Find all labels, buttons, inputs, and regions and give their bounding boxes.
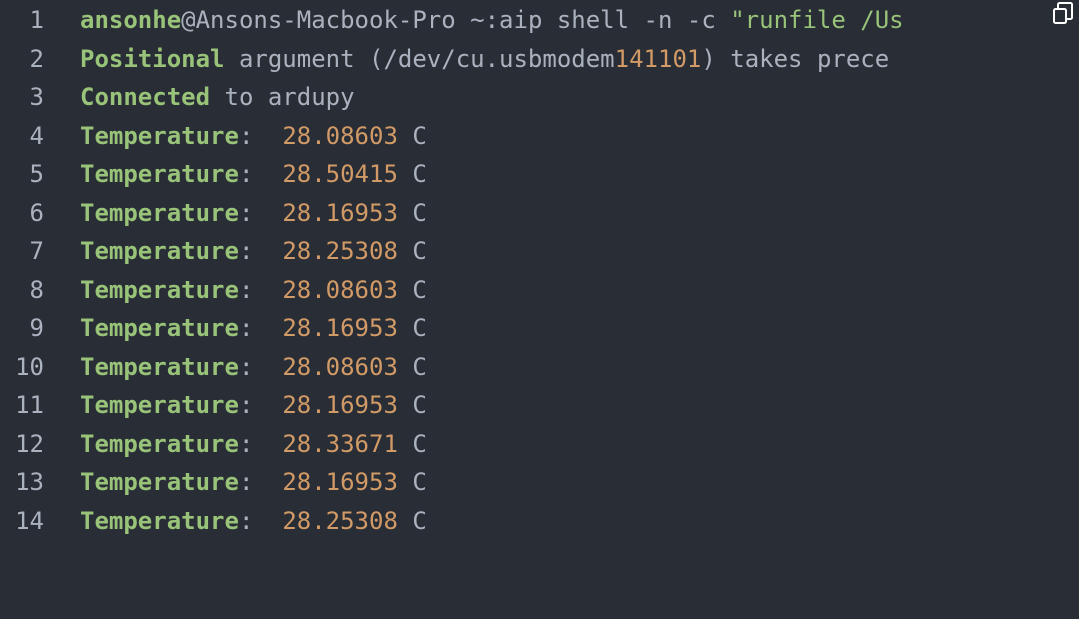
code-token: Temperature [80, 391, 239, 419]
code-token: 28.16953 [282, 314, 398, 342]
code-token: Temperature [80, 429, 239, 458]
code-token: Temperature [80, 352, 239, 381]
code-token: 141101 [614, 44, 702, 73]
line-content: Temperature: 28.25308 C [80, 232, 427, 270]
line-number: 12 [15, 429, 44, 458]
code-token: : [238, 198, 283, 227]
line-number: 3 [29, 83, 44, 111]
line-content: Connected to ardupy [80, 78, 355, 116]
line-number: 7 [29, 237, 44, 265]
code-block: 1 ansonhe@Ansons-Macbook-Pro ~:aip shell … [0, 0, 1079, 619]
code-token: : [238, 506, 283, 535]
code-token: : [238, 314, 283, 342]
code-token: : [238, 391, 283, 419]
code-token: : [238, 237, 283, 265]
code-token: : [238, 121, 283, 150]
code-token: Temperature [80, 160, 239, 188]
line-content: ansonhe@Ansons-Macbook-Pro ~:aip shell -… [80, 1, 904, 39]
line-content: Temperature: 28.33671 C [80, 425, 427, 463]
code-token: Temperature [80, 198, 239, 227]
code-token: to ardupy [210, 83, 355, 111]
code-token: C [397, 429, 427, 458]
code-token: 28.16953 [282, 468, 398, 496]
code-token: Temperature [80, 314, 239, 342]
line-content: Temperature: 28.16953 C [80, 309, 427, 347]
line-number: 9 [29, 314, 44, 342]
line-content: Temperature: 28.08603 C [80, 117, 427, 155]
line-number: 11 [15, 391, 44, 419]
code-token: C [397, 121, 427, 150]
code-token: @Ansons-Macbook-Pro ~:aip shell -n -c [181, 6, 731, 34]
code-token: ansonhe [80, 6, 182, 34]
code-token: C [397, 506, 427, 535]
code-token: 28.25308 [282, 237, 398, 265]
code-token: Connected [80, 83, 211, 111]
code-token: C [397, 314, 427, 342]
code-token: C [397, 391, 427, 419]
code-token: Positional [80, 44, 225, 73]
code-token: 28.25308 [282, 506, 398, 535]
code-token: Temperature [80, 237, 239, 265]
code-token: : [238, 275, 283, 304]
line-content: Temperature: 28.50415 C [80, 155, 427, 193]
copy-icon[interactable] [1053, 2, 1075, 24]
code-token: Temperature [80, 121, 239, 150]
code-token: 28.33671 [282, 429, 398, 458]
line-number: 14 [15, 506, 44, 535]
code-token: : [238, 429, 283, 458]
line-number: 5 [29, 160, 44, 188]
code-token: 28.16953 [282, 198, 398, 227]
code-token: : [238, 160, 283, 188]
code-token: C [397, 468, 427, 496]
code-token: Temperature [80, 506, 239, 535]
line-number: 2 [29, 44, 44, 73]
code-token: 28.16953 [282, 391, 398, 419]
code-token: C [397, 160, 427, 188]
line-content: Temperature: 28.25308 C [80, 502, 427, 540]
line-number: 10 [15, 352, 44, 381]
code-token: ) takes prece [701, 44, 890, 73]
line-content: Positional argument (/dev/cu.usbmodem141… [80, 40, 889, 78]
code-token: C [397, 275, 427, 304]
code-token: C [397, 237, 427, 265]
line-content: Temperature: 28.08603 C [80, 271, 427, 309]
line-content: Temperature: 28.16953 C [80, 463, 427, 501]
code-token: Temperature [80, 275, 239, 304]
code-token: 28.08603 [282, 121, 398, 150]
line-content: Temperature: 28.16953 C [80, 194, 427, 232]
code-token: : [238, 468, 283, 496]
line-number: 6 [29, 198, 44, 227]
code-token: "runfile /Us [730, 6, 904, 34]
code-token: C [397, 198, 427, 227]
code-token: : [238, 352, 283, 381]
line-content: Temperature: 28.08603 C [80, 348, 427, 386]
code-token: Temperature [80, 468, 239, 496]
line-number: 1 [29, 6, 44, 34]
code-token: 28.08603 [282, 275, 398, 304]
line-number: 13 [15, 468, 44, 496]
line-number: 8 [29, 275, 44, 304]
code-token: C [397, 352, 427, 381]
line-content: Temperature: 28.16953 C [80, 386, 427, 424]
code-token: 28.50415 [282, 160, 398, 188]
code-token: argument (/dev/cu.usbmodem [224, 44, 615, 73]
line-number: 4 [29, 121, 44, 150]
code-token: 28.08603 [282, 352, 398, 381]
